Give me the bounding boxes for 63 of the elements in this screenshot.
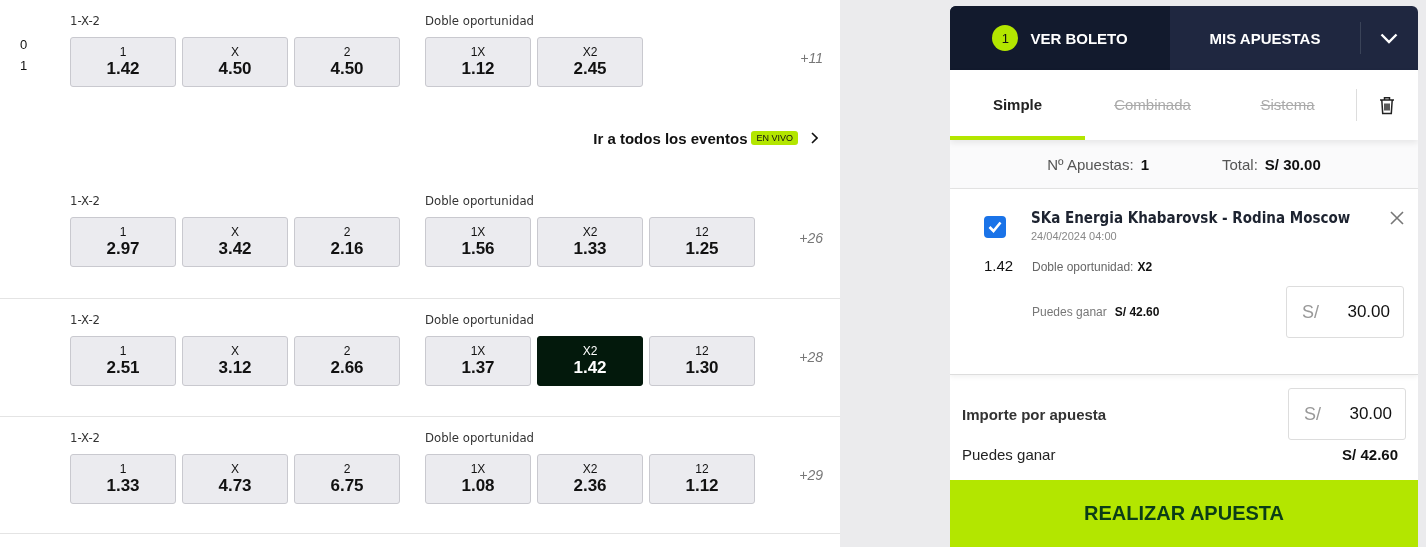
- total-label: Total:: [1222, 155, 1258, 173]
- odds-button[interactable]: 1 2.97: [70, 217, 176, 267]
- close-icon[interactable]: [1390, 211, 1404, 225]
- all-live-events-link[interactable]: Ir a todos los eventos: [593, 129, 748, 147]
- score: 1: [20, 58, 29, 73]
- score: 0: [20, 37, 29, 52]
- checkbox[interactable]: [984, 216, 1006, 238]
- market-title: 1-X-2: [70, 13, 102, 30]
- match-name: SKa Energia Khabarovsk - Rodina Moscow: [1031, 209, 1351, 227]
- odds-button[interactable]: X 4.73: [182, 454, 288, 504]
- more-markets-link[interactable]: +11: [800, 50, 823, 66]
- bet-count: 1: [1140, 155, 1149, 173]
- market-title: 1-X-2: [70, 312, 102, 329]
- stake-per-bet-label: Importe por apuesta: [962, 405, 1107, 423]
- potential-win-amount: S/ 42.60: [1342, 446, 1398, 463]
- bet-odds: 1.42: [984, 257, 1015, 274]
- market-title: Doble oportunidad: [425, 430, 535, 447]
- bet-selection: X2: [1137, 260, 1153, 274]
- odds-button[interactable]: 2 6.75: [294, 454, 400, 504]
- more-markets-link[interactable]: +28: [799, 349, 823, 365]
- odds-button[interactable]: X 3.12: [182, 336, 288, 386]
- market-title: Doble oportunidad: [425, 193, 535, 210]
- odds-button[interactable]: 12 1.12: [649, 454, 755, 504]
- stake-field[interactable]: S/ 30.00: [1288, 388, 1406, 440]
- odds-button[interactable]: 2 4.50: [294, 37, 400, 87]
- market-title: 1-X-2: [70, 193, 102, 210]
- odds-button[interactable]: 12 1.25: [649, 217, 755, 267]
- more-markets-link[interactable]: +29: [799, 467, 823, 483]
- odds-button[interactable]: 1 2.51: [70, 336, 176, 386]
- odds-button[interactable]: 1X 1.12: [425, 37, 531, 87]
- odds-button[interactable]: 1X 1.08: [425, 454, 531, 504]
- odds-button[interactable]: X2 2.45: [537, 37, 643, 87]
- checkmark-icon: [988, 221, 1002, 233]
- chevron-down-icon[interactable]: [1380, 32, 1398, 44]
- chevron-right-icon: [810, 132, 818, 144]
- place-bet-button[interactable]: REALIZAR APUESTA: [950, 480, 1418, 547]
- odds-button[interactable]: 1 1.42: [70, 37, 176, 87]
- odds-button[interactable]: X2 1.33: [537, 217, 643, 267]
- more-markets-link[interactable]: +26: [799, 230, 823, 246]
- odds-button[interactable]: 2 2.16: [294, 217, 400, 267]
- odds-button[interactable]: 1 1.33: [70, 454, 176, 504]
- trash-icon[interactable]: [1379, 95, 1395, 115]
- bet-market: Doble oportunidad:: [1032, 260, 1134, 274]
- odds-button[interactable]: X2 2.36: [537, 454, 643, 504]
- potential-win-amount: S/ 42.60: [1114, 305, 1160, 319]
- odds-button[interactable]: 12 1.30: [649, 336, 755, 386]
- match-datetime: 24/04/2024 04:00: [1031, 230, 1118, 242]
- odds-button[interactable]: 1X 1.56: [425, 217, 531, 267]
- stake-field[interactable]: S/ 30.00: [1286, 286, 1404, 338]
- market-title: Doble oportunidad: [425, 13, 535, 30]
- odds-button[interactable]: X 4.50: [182, 37, 288, 87]
- market-title: Doble oportunidad: [425, 312, 535, 329]
- total-amount: S/ 30.00: [1264, 155, 1321, 173]
- potential-win-label: Puedes ganar: [1032, 305, 1107, 319]
- live-badge: EN VIVO: [751, 131, 798, 145]
- odds-button[interactable]: X2 1.42: [537, 336, 643, 386]
- betslip-tab[interactable]: 1 VER BOLETO: [950, 6, 1170, 70]
- potential-win-label: Puedes ganar: [962, 446, 1056, 463]
- market-title: 1-X-2: [70, 430, 102, 447]
- bet-count-label: Nº Apuestas:: [1047, 155, 1134, 173]
- odds-button[interactable]: 1X 1.37: [425, 336, 531, 386]
- odds-button[interactable]: X 3.42: [182, 217, 288, 267]
- odds-button[interactable]: 2 2.66: [294, 336, 400, 386]
